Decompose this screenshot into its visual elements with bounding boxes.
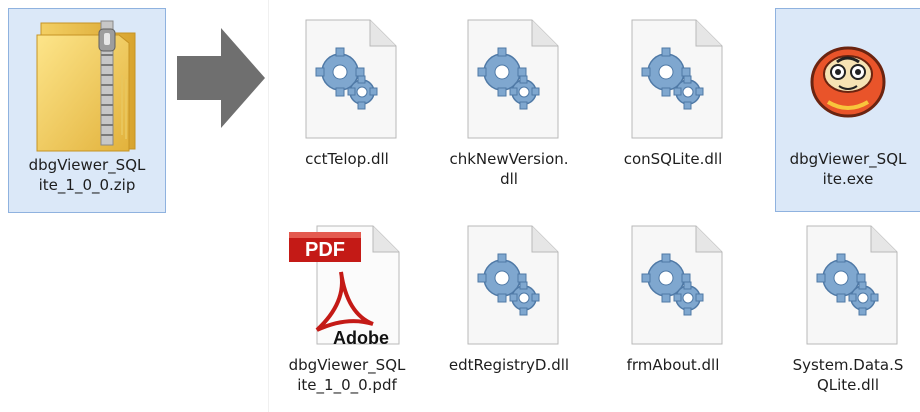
dll-gear-icon xyxy=(287,9,407,149)
file-item-conSQLite[interactable]: conSQLite.dll xyxy=(599,8,747,208)
file-item-edtRegistryD[interactable]: edtRegistryD.dll xyxy=(435,214,583,412)
daruma-exe-icon xyxy=(788,9,908,149)
file-label: dbgViewer_SQL ite_1_0_0.pdf xyxy=(288,356,406,394)
file-item-frmAbout[interactable]: frmAbout.dll xyxy=(599,214,747,412)
dll-gear-icon xyxy=(613,215,733,355)
file-item-system-data-sqlite[interactable]: System.Data.S QLite.dll xyxy=(775,214,920,412)
file-item-dbgViewer-exe[interactable]: dbgViewer_SQL ite.exe xyxy=(775,8,920,212)
file-label: edtRegistryD.dll xyxy=(448,356,570,374)
extracted-files-panel: cctTelop.dll chkNewVersion. dll conSQLit… xyxy=(268,0,920,412)
file-item-pdf[interactable]: PDF Adobe dbgViewer_SQL ite_1_0_0.pdf xyxy=(273,214,421,412)
zip-file-item[interactable]: dbgViewer_SQL ite_1_0_0.zip xyxy=(8,8,166,213)
file-label: frmAbout.dll xyxy=(626,356,720,374)
pdf-adobe-icon: PDF Adobe xyxy=(287,215,407,355)
dll-gear-icon xyxy=(788,215,908,355)
file-label: chkNewVersion. dll xyxy=(449,150,569,188)
file-item-chkNewVersion[interactable]: chkNewVersion. dll xyxy=(435,8,583,208)
file-item-cctTelop[interactable]: cctTelop.dll xyxy=(273,8,421,208)
file-label: dbgViewer_SQL ite.exe xyxy=(789,150,907,188)
pdf-badge-text: PDF xyxy=(305,239,345,261)
file-label: System.Data.S QLite.dll xyxy=(792,356,904,394)
arrow-right-icon xyxy=(177,28,265,132)
zip-file-label: dbgViewer_SQL ite_1_0_0.zip xyxy=(28,156,146,194)
dll-gear-icon xyxy=(449,215,569,355)
zip-folder-icon xyxy=(27,15,147,155)
dll-gear-icon xyxy=(449,9,569,149)
file-label: conSQLite.dll xyxy=(623,150,723,168)
file-label: cctTelop.dll xyxy=(305,150,389,168)
dll-gear-icon xyxy=(613,9,733,149)
adobe-text: Adobe xyxy=(333,328,389,348)
